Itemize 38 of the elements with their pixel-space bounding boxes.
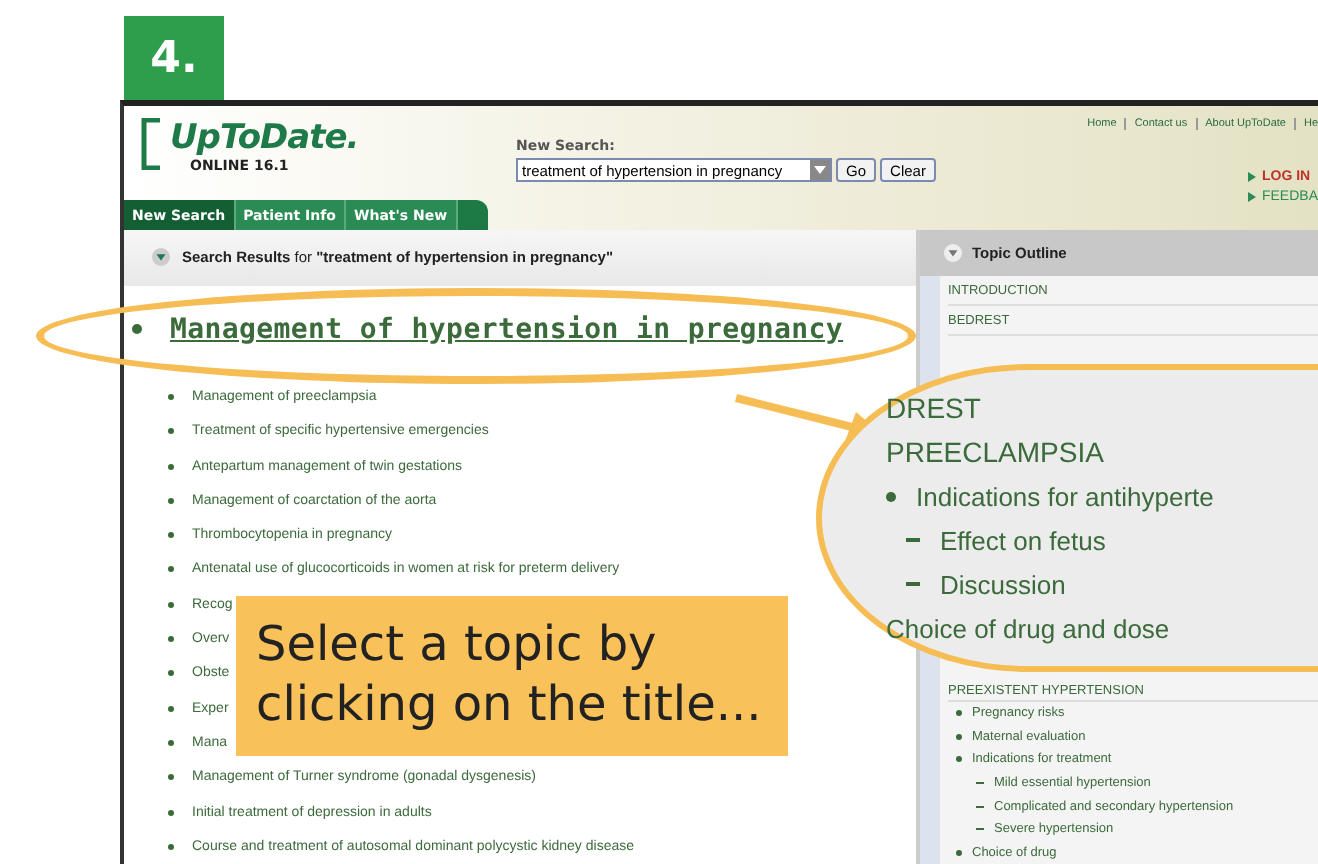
top-result-link[interactable]: Management of hypertension in pregnancy [170,313,844,346]
outline-link[interactable]: Discussion [940,569,1066,599]
bullet-icon [886,491,896,501]
collapse-icon[interactable] [944,243,962,262]
bullet-icon [168,670,174,677]
step-number-badge: 4. [124,16,224,100]
bullet-icon [132,324,142,335]
outline-link[interactable]: Indications for antihyperte [916,481,1214,511]
dash-icon [976,828,984,831]
dash-icon [906,538,920,542]
bullet-icon [168,566,174,573]
dropdown-icon [814,166,827,174]
collapse-icon[interactable] [152,248,170,267]
bullet-icon [168,705,174,712]
instruction-callout: Select a topic by clicking on the title... [236,596,788,756]
bullet-icon [956,733,962,740]
outline-link[interactable]: PREECLAMPSIA [886,436,1104,468]
bullet-icon [956,756,962,763]
bullet-icon [168,636,174,643]
outline-link[interactable]: DREST [886,392,981,424]
bullet-icon [168,428,174,435]
dash-icon [976,805,984,808]
bullet-icon [956,849,962,856]
bullet-icon [168,843,174,850]
dash-icon [976,781,984,784]
bullet-icon [168,809,174,816]
bullet-icon [168,497,174,504]
bullet-icon [956,710,962,717]
bullet-icon [168,532,174,539]
bullet-icon [168,463,174,470]
bullet-icon [168,601,174,608]
bullet-icon [168,774,174,781]
dash-icon [906,582,920,586]
outline-link[interactable]: Choice of drug and dose [886,613,1170,643]
bullet-icon [168,739,174,746]
logo-text: UpToDate. [170,118,359,158]
outline-link[interactable]: Effect on fetus [940,525,1106,555]
bullet-icon [168,393,174,400]
